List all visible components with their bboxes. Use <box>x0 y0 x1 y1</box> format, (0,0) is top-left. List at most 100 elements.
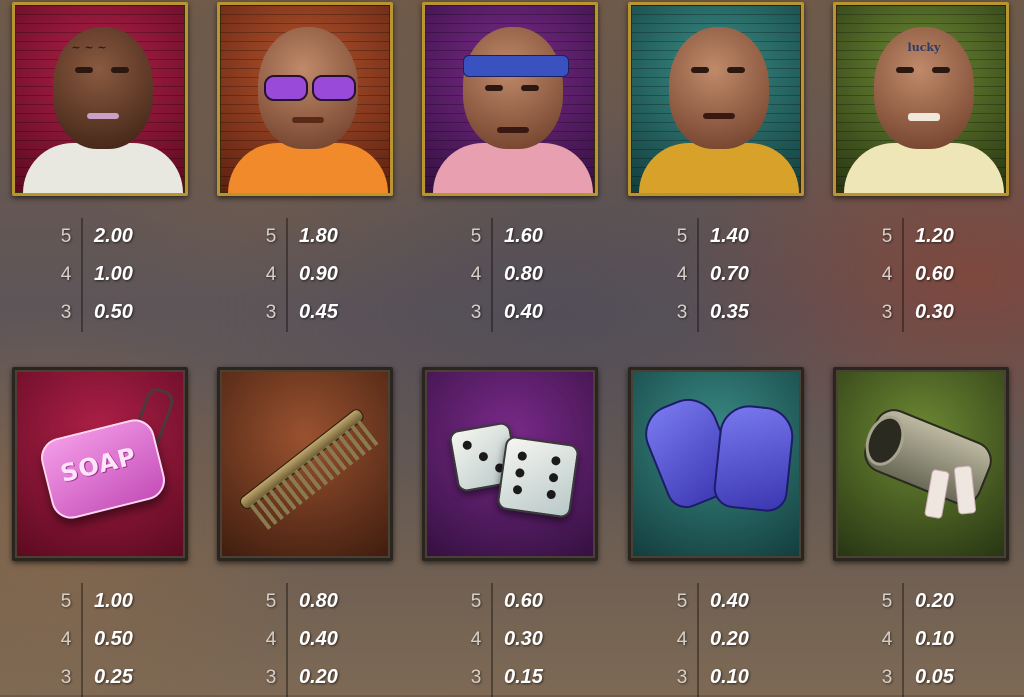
count-5: 5 <box>470 226 482 247</box>
pay-table: 5 0.80 4 0.40 3 0.20 <box>217 583 399 697</box>
count-4: 4 <box>60 629 72 650</box>
symbol-frame <box>217 2 393 196</box>
inmate-face-icon: lucky <box>874 27 974 149</box>
character-symbol-row: ~ ~ ~ 5 2.00 4 1.00 3 0.50 5 1.80 4 0.90 3 0.4… <box>0 2 1024 332</box>
pay-row: 5 2.00 <box>12 218 194 256</box>
pay-value: 0.60 <box>504 590 543 612</box>
pay-table: 5 0.40 4 0.20 3 0.10 <box>628 583 810 697</box>
symbol-frame <box>422 367 598 561</box>
pay-value: 0.20 <box>710 628 749 650</box>
count-4: 4 <box>881 629 893 650</box>
symbol-frame <box>628 2 804 196</box>
count-4: 4 <box>265 629 277 650</box>
pay-table: 5 0.20 4 0.10 3 0.05 <box>833 583 1015 697</box>
pay-value: 0.20 <box>915 590 954 612</box>
pay-table: 5 1.00 4 0.50 3 0.25 <box>12 583 194 697</box>
pay-table: 5 1.80 4 0.90 3 0.45 <box>217 218 399 332</box>
count-5: 5 <box>60 226 72 247</box>
pay-table: 5 2.00 4 1.00 3 0.50 <box>12 218 194 332</box>
count-3: 3 <box>470 667 482 688</box>
symbol-frame <box>217 367 393 561</box>
count-3: 3 <box>676 302 688 323</box>
pay-value: 1.00 <box>94 590 133 612</box>
count-4: 4 <box>60 264 72 285</box>
pay-value: 0.10 <box>915 628 954 650</box>
pay-value: 1.80 <box>299 225 338 247</box>
pay-value: 0.90 <box>299 263 338 285</box>
pay-value: 0.30 <box>915 301 954 323</box>
symbol-frame <box>422 2 598 196</box>
pay-table: 5 0.60 4 0.30 3 0.15 <box>422 583 604 697</box>
pay-table: 5 1.20 4 0.60 3 0.30 <box>833 218 1015 332</box>
shirt <box>228 143 388 193</box>
comb-icon <box>237 406 381 532</box>
shirt <box>433 143 593 193</box>
pay-row: 4 1.00 <box>12 256 194 294</box>
pay-value: 1.40 <box>710 225 749 247</box>
count-3: 3 <box>470 302 482 323</box>
pay-row: 3 0.50 <box>12 294 194 332</box>
pay-value: 0.80 <box>299 590 338 612</box>
count-3: 3 <box>60 302 72 323</box>
count-4: 4 <box>676 264 688 285</box>
pay-value: 0.40 <box>504 301 543 323</box>
count-3: 3 <box>265 667 277 688</box>
count-5: 5 <box>881 591 893 612</box>
pay-value: 0.60 <box>915 263 954 285</box>
glove-icon <box>711 402 797 514</box>
pay-value: 0.50 <box>94 628 133 650</box>
pay-value: 0.50 <box>94 301 133 323</box>
shirt <box>639 143 799 193</box>
item-symbol-row: SOAP 5 1.00 4 0.50 3 0.25 5 0.80 4 0.40 3 0.20 <box>0 367 1024 697</box>
shirt <box>23 143 183 193</box>
pay-value: 0.05 <box>915 666 954 688</box>
count-3: 3 <box>60 667 72 688</box>
symbol-frame: lucky <box>833 2 1009 196</box>
forehead-tattoo: lucky <box>907 41 941 54</box>
symbol-frame <box>833 367 1009 561</box>
pay-value: 2.00 <box>94 225 133 247</box>
pay-value: 0.40 <box>710 590 749 612</box>
pay-value: 0.15 <box>504 666 543 688</box>
pay-value: 0.35 <box>710 301 749 323</box>
soap-label: SOAP <box>57 442 140 488</box>
count-5: 5 <box>265 226 277 247</box>
count-4: 4 <box>881 264 893 285</box>
pay-value: 1.00 <box>94 263 133 285</box>
pay-value: 1.60 <box>504 225 543 247</box>
pay-value: 1.20 <box>915 225 954 247</box>
shirt <box>844 143 1004 193</box>
pay-table: 5 1.60 4 0.80 3 0.40 <box>422 218 604 332</box>
inmate-face-icon: ~ ~ ~ <box>53 27 153 149</box>
pay-value: 0.10 <box>710 666 749 688</box>
pay-value: 0.40 <box>299 628 338 650</box>
symbol-frame: SOAP <box>12 367 188 561</box>
pay-value: 0.30 <box>504 628 543 650</box>
pay-value: 0.20 <box>299 666 338 688</box>
count-3: 3 <box>881 667 893 688</box>
count-3: 3 <box>265 302 277 323</box>
count-5: 5 <box>60 591 72 612</box>
soap-icon: SOAP <box>36 415 170 523</box>
pay-table: 5 1.40 4 0.70 3 0.35 <box>628 218 810 332</box>
count-5: 5 <box>265 591 277 612</box>
count-4: 4 <box>676 629 688 650</box>
count-4: 4 <box>265 264 277 285</box>
count-4: 4 <box>470 264 482 285</box>
count-5: 5 <box>676 591 688 612</box>
count-5: 5 <box>470 591 482 612</box>
pay-value: 0.45 <box>299 301 338 323</box>
bandana-icon <box>463 55 569 77</box>
pay-value: 0.80 <box>504 263 543 285</box>
inmate-face-icon <box>669 27 769 149</box>
count-4: 4 <box>470 629 482 650</box>
pay-value: 0.70 <box>710 263 749 285</box>
count-5: 5 <box>676 226 688 247</box>
count-3: 3 <box>881 302 893 323</box>
sunglasses-icon <box>264 75 356 101</box>
symbol-frame <box>628 367 804 561</box>
symbol-frame: ~ ~ ~ <box>12 2 188 196</box>
pay-value: 0.25 <box>94 666 133 688</box>
count-3: 3 <box>676 667 688 688</box>
die-icon <box>496 435 580 519</box>
